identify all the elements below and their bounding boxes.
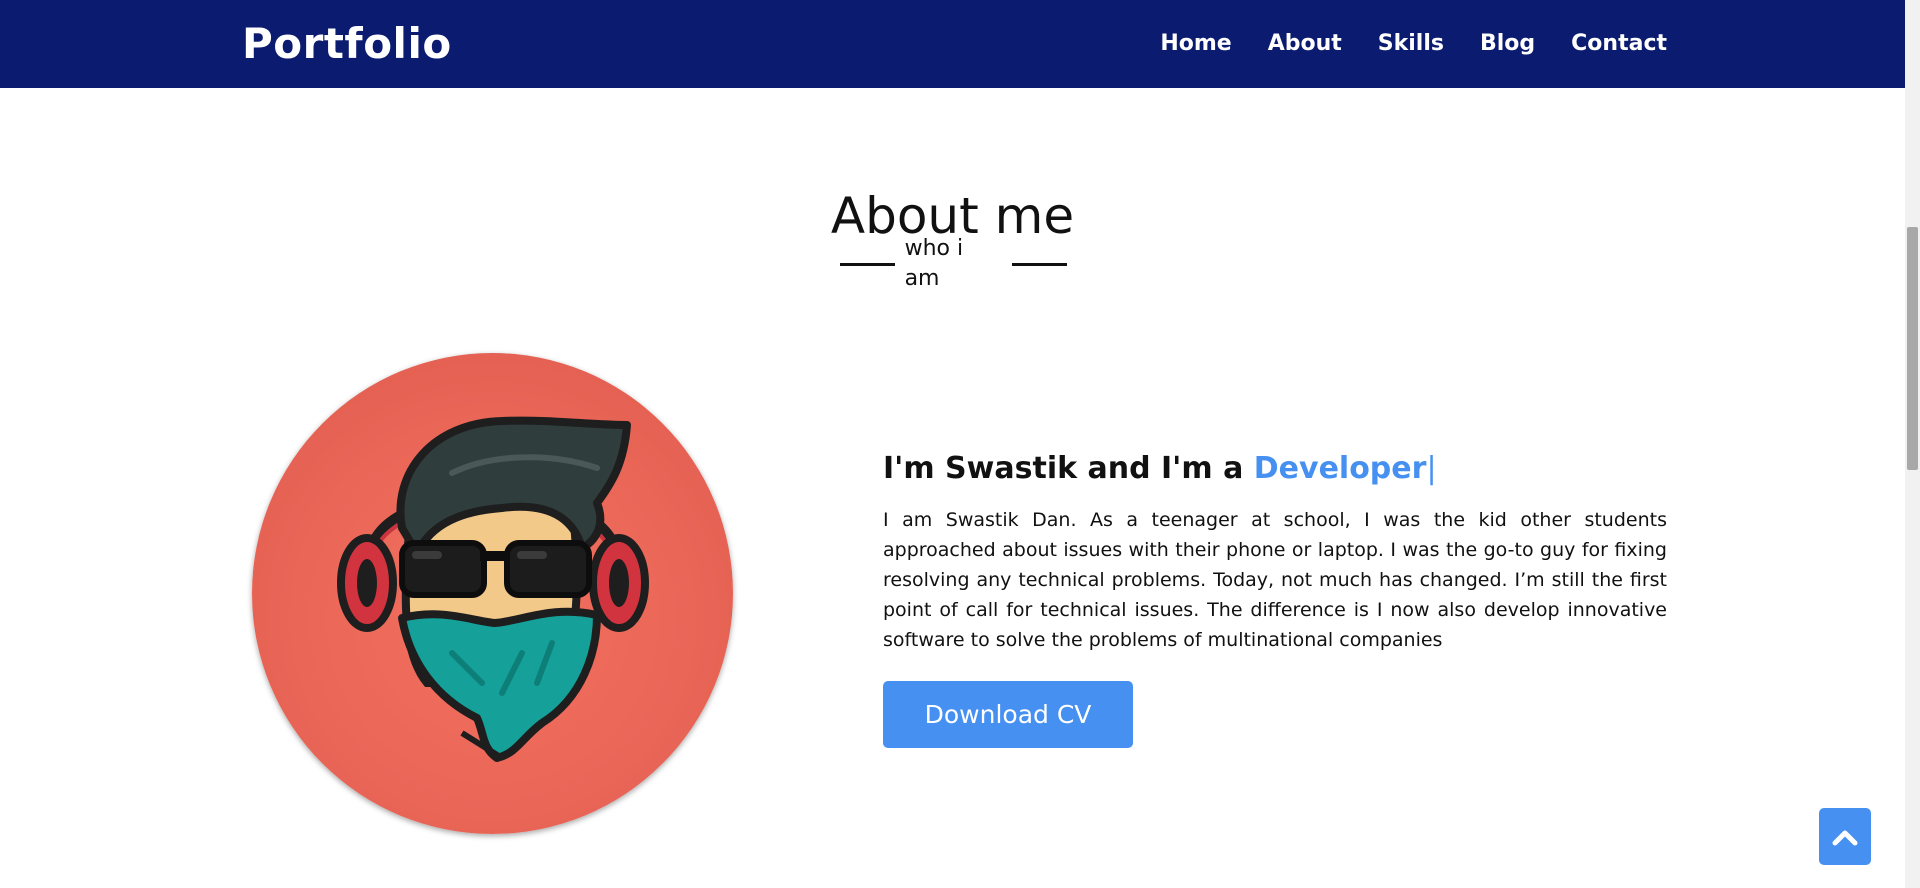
typed-role: Developer xyxy=(1253,451,1427,486)
nav-item-blog[interactable]: Blog xyxy=(1480,27,1535,61)
nav-item-skills[interactable]: Skills xyxy=(1378,27,1444,61)
masked-developer-avatar-icon xyxy=(337,416,649,762)
page-scrollbar[interactable] xyxy=(1905,0,1920,888)
nav-menu: Home About Skills Blog Contact xyxy=(1160,27,1667,61)
nav-item-about[interactable]: About xyxy=(1268,27,1342,61)
scrollbar-thumb[interactable] xyxy=(1907,227,1918,470)
navbar: Portfolio Home About Skills Blog Contact xyxy=(0,0,1905,88)
nav-item-home[interactable]: Home xyxy=(1160,27,1231,61)
brand-logo[interactable]: Portfolio xyxy=(242,18,452,70)
section-subtitle-row: who i am xyxy=(840,236,1068,291)
intro-heading: I'm Swastik and I'm a Developer| xyxy=(883,448,1437,490)
typing-cursor: | xyxy=(1426,451,1437,486)
intro-prefix: I'm Swastik and I'm a xyxy=(883,451,1254,486)
subtitle-rule-left xyxy=(840,262,895,266)
scroll-top-button[interactable] xyxy=(1819,808,1871,865)
chevron-up-icon xyxy=(1832,830,1858,845)
nav-item-contact[interactable]: Contact xyxy=(1571,27,1667,61)
download-cv-button[interactable]: Download CV xyxy=(883,681,1133,748)
section-subtitle: who i am xyxy=(904,236,964,291)
subtitle-rule-right xyxy=(1012,262,1068,266)
avatar xyxy=(252,353,733,834)
bio-paragraph: I am Swastik Dan. As a teenager at schoo… xyxy=(883,509,1667,651)
